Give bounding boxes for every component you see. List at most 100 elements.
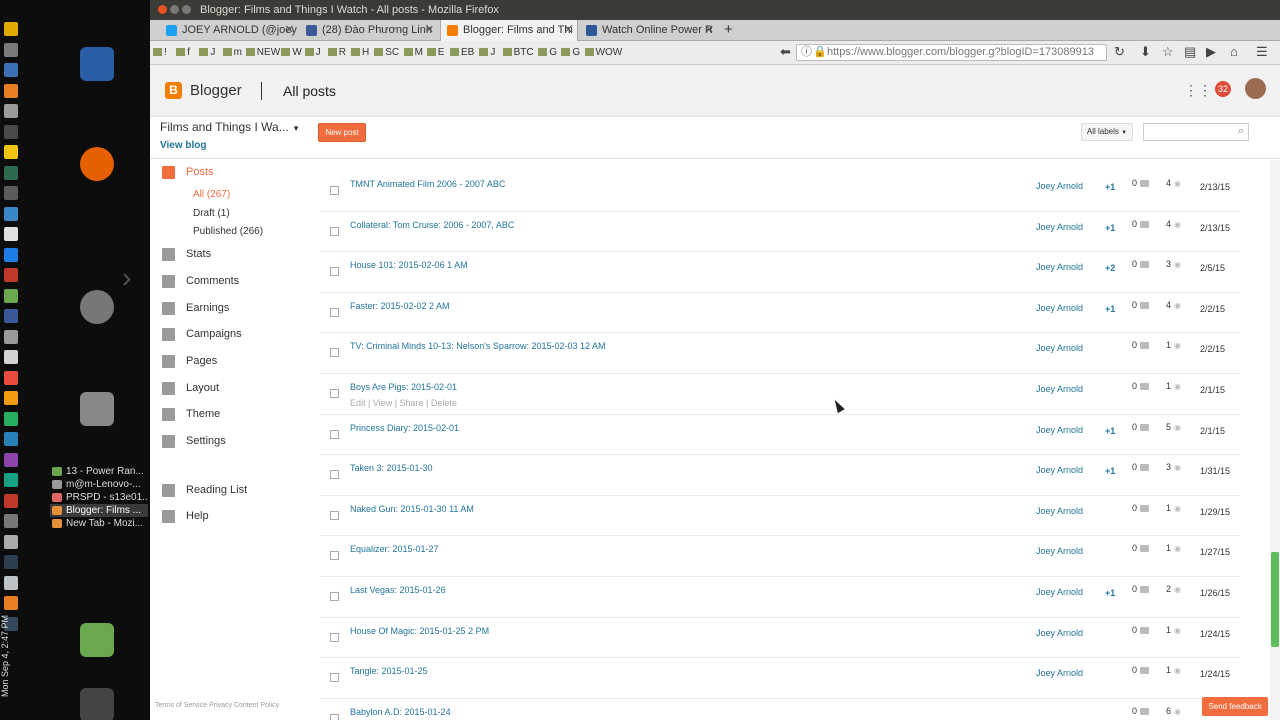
launcher-icon[interactable] (4, 165, 18, 180)
sidebar-item-layout[interactable]: Layout (162, 380, 219, 396)
post-title[interactable]: Babylon A.D: 2015-01-24 (350, 707, 451, 717)
launcher-icon[interactable] (4, 493, 18, 508)
post-author[interactable]: Joey Arnold (1036, 262, 1083, 272)
launcher-icon[interactable] (4, 432, 18, 446)
row-checkbox[interactable] (330, 307, 339, 317)
bookmark-item[interactable]: BTC (502, 47, 534, 59)
files-icon[interactable] (80, 392, 114, 426)
bookmark-item[interactable]: ! (153, 47, 167, 59)
bookmark-item[interactable]: J (479, 47, 495, 59)
tab-3[interactable]: Blogger: Films and Thi ✕ (440, 20, 578, 41)
sidebar-item-posts[interactable]: Posts (162, 164, 214, 180)
sidebar-subitem[interactable]: Published (266) (193, 225, 263, 238)
bookmark-item[interactable]: E (426, 47, 444, 59)
reload-icon[interactable]: ↻ (1114, 45, 1125, 59)
youtube-icon[interactable]: ▶ (1206, 45, 1216, 59)
bookmark-item[interactable]: NEW (245, 47, 280, 59)
sidebar-subitem[interactable]: All (267) (193, 188, 230, 201)
launcher-icon[interactable] (4, 391, 18, 405)
close-tab-icon[interactable]: ✕ (564, 20, 573, 41)
library-icon[interactable]: ▤ (1184, 45, 1196, 59)
launcher-icon[interactable] (4, 555, 18, 569)
view-blog-link[interactable]: View blog (160, 140, 207, 151)
apps-grid-icon[interactable]: ⋮⋮ (1184, 82, 1212, 99)
post-author[interactable]: Joey Arnold (1036, 384, 1083, 394)
user-switch-icon[interactable] (80, 623, 114, 657)
blog-selector[interactable]: Films and Things I Wa... ▼ (160, 120, 300, 134)
notification-badge[interactable]: 32 (1215, 81, 1231, 97)
row-checkbox[interactable] (330, 592, 339, 601)
launcher-icon[interactable] (4, 227, 18, 241)
launcher-icon[interactable] (4, 514, 18, 528)
back-icon[interactable]: ⬅ (780, 45, 791, 59)
post-title[interactable]: Equalizer: 2015-01-27 (350, 544, 439, 554)
launcher-icon[interactable] (4, 329, 18, 344)
sidebar-item-pages[interactable]: Pages (162, 353, 217, 369)
sidebar-item-earnings[interactable]: Earnings (162, 300, 229, 316)
bookmark-star-icon[interactable]: ☆ (1162, 45, 1174, 59)
bookmark-item[interactable]: m (222, 47, 242, 59)
launcher-icon[interactable] (4, 104, 18, 118)
sidebar-item-comments[interactable]: Comments (162, 273, 239, 289)
bookmark-item[interactable]: W (281, 47, 302, 59)
launcher-icon[interactable] (4, 145, 18, 159)
bookmark-item[interactable]: J (199, 47, 215, 59)
blogger-logo-icon[interactable]: B (165, 82, 182, 99)
sidebar-item-reading-list[interactable]: Reading List (162, 482, 247, 498)
row-checkbox[interactable] (330, 510, 339, 520)
row-checkbox[interactable] (330, 389, 339, 398)
launcher-icon[interactable] (4, 473, 18, 487)
bookmark-item[interactable]: G (538, 47, 557, 59)
all-labels-dropdown[interactable]: All labels ▼ (1081, 123, 1133, 141)
post-author[interactable]: Joey Arnold (1036, 465, 1083, 475)
post-title[interactable]: Boys Are Pigs: 2015-02-01 (350, 382, 457, 392)
post-title[interactable]: Last Vegas: 2015-01-26 (350, 585, 446, 595)
bookmark-item[interactable]: J (304, 47, 321, 59)
chevron-right-icon[interactable]: › (122, 262, 131, 294)
window-list-item[interactable]: m@m-Lenovo-... (50, 478, 148, 491)
sidebar-item-campaigns[interactable]: Campaigns (162, 326, 242, 342)
post-author[interactable]: Joey Arnold (1036, 506, 1083, 516)
launcher-icon[interactable] (4, 22, 18, 36)
window-list-item[interactable]: Blogger: Films ... (50, 504, 148, 517)
new-post-button[interactable]: New post (318, 123, 366, 142)
sidebar-item-theme[interactable]: Theme (162, 406, 220, 422)
post-author[interactable]: Joey Arnold (1036, 181, 1083, 191)
search-input[interactable]: ⌕ (1143, 123, 1249, 141)
bookmark-item[interactable]: H (351, 47, 369, 59)
close-tab-icon[interactable]: ✕ (285, 20, 294, 41)
launcher-icon[interactable] (4, 247, 18, 262)
search-icon[interactable]: ⌕ (1238, 125, 1244, 138)
footer-links[interactable]: Terms of Service Privacy Content Policy (155, 702, 279, 709)
row-checkbox[interactable] (330, 429, 339, 439)
launcher-icon[interactable] (4, 83, 18, 98)
row-checkbox[interactable] (330, 673, 339, 683)
document-icon[interactable] (80, 47, 114, 81)
trash-icon[interactable] (80, 688, 114, 720)
launcher-icon[interactable] (4, 575, 18, 590)
post-title[interactable]: Collateral: Tom Cruise: 2006 - 2007, ABC (350, 220, 514, 230)
launcher-icon[interactable] (4, 350, 18, 364)
post-author[interactable]: Joey Arnold (1036, 546, 1083, 556)
post-title[interactable]: House Of Magic: 2015-01-25 2 PM (350, 626, 489, 636)
launcher-icon[interactable] (4, 288, 18, 303)
info-icon[interactable]: ⓘ (801, 45, 812, 60)
post-author[interactable]: Joey Arnold (1036, 668, 1083, 678)
row-checkbox[interactable] (330, 551, 339, 561)
new-tab-button[interactable]: + (724, 20, 733, 40)
bookmark-item[interactable]: WOW (584, 47, 622, 59)
close-window-icon[interactable] (158, 5, 167, 14)
window-list-item[interactable]: 13 - Power Ran... (50, 465, 148, 478)
launcher-icon[interactable] (4, 411, 18, 426)
post-author[interactable]: Joey Arnold (1036, 222, 1083, 232)
ubuntu-icon[interactable] (80, 290, 114, 324)
post-title[interactable]: House 101: 2015-02-06 1 AM (350, 260, 468, 270)
download-icon[interactable]: ⬇ (1140, 45, 1151, 59)
post-title[interactable]: Faster: 2015-02-02 2 AM (350, 301, 450, 311)
row-checkbox[interactable] (330, 632, 339, 642)
bookmark-item[interactable]: SC (374, 47, 399, 59)
tab-4[interactable]: Watch Online Power R ✕ (580, 20, 718, 41)
post-title[interactable]: TMNT Animated Film 2006 - 2007 ABC (350, 179, 505, 189)
row-checkbox[interactable] (330, 348, 339, 358)
launcher-icon[interactable] (4, 124, 18, 139)
